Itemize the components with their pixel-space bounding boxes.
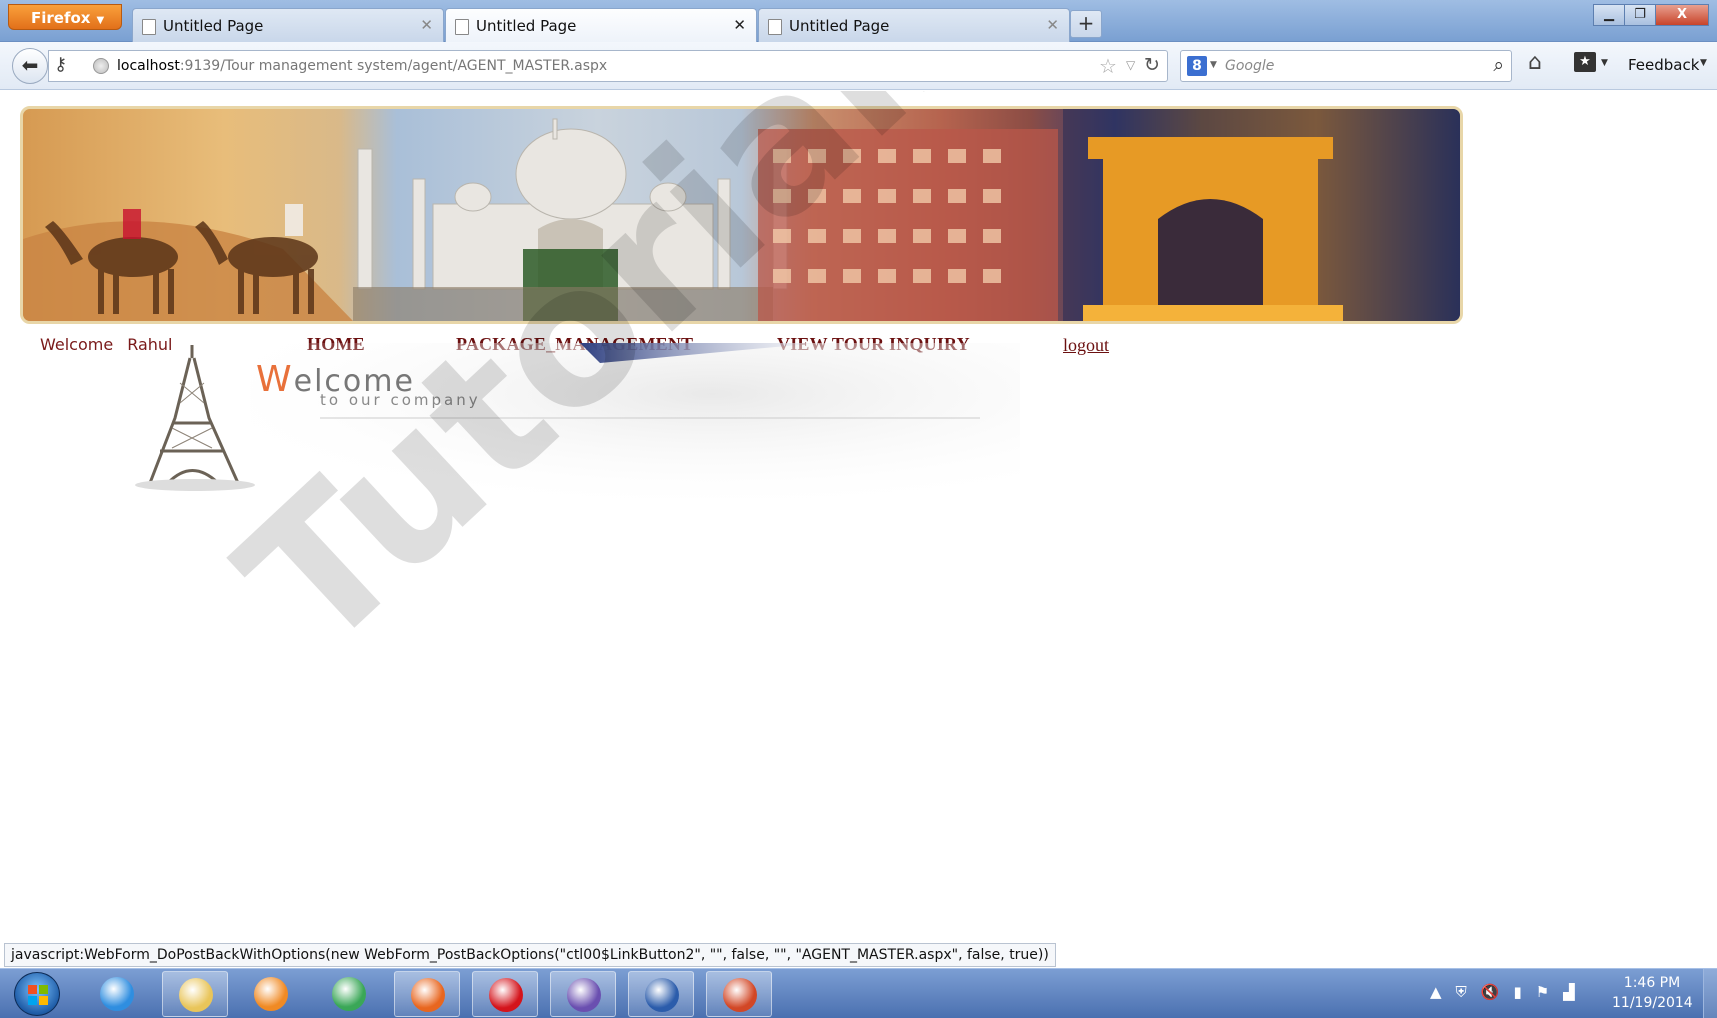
system-tray: ▲ ⛨ 🔇 ▮ ⚑ ▟ — [1430, 983, 1575, 1001]
search-engine-icon[interactable]: 8 — [1187, 56, 1207, 76]
close-icon[interactable]: ✕ — [420, 16, 433, 34]
maximize-button[interactable]: ❐ — [1624, 4, 1656, 26]
antivirus-icon[interactable]: ⛨ — [1456, 983, 1467, 1001]
action-center-flag-icon[interactable]: ⚑ — [1536, 983, 1549, 1001]
minimize-button[interactable]: ▁ — [1593, 4, 1625, 26]
media-player-icon — [254, 977, 288, 1011]
reload-icon[interactable]: ↻ — [1144, 54, 1160, 76]
chevron-down-icon: ▼ — [96, 15, 105, 26]
taskbar-item[interactable] — [316, 971, 382, 1017]
taskbar-item[interactable] — [706, 971, 772, 1017]
clock-date: 11/19/2014 — [1612, 995, 1693, 1011]
word-icon — [645, 978, 679, 1012]
powerpoint-icon — [723, 978, 757, 1012]
welcome-graphic: Welcome to our company — [120, 343, 1020, 523]
window-controls: ▁ ❐ X — [1593, 4, 1709, 26]
search-bar[interactable]: 8 ▼ Google ⌕ — [1180, 50, 1512, 82]
opera-icon — [489, 978, 523, 1012]
chevron-down-icon[interactable]: ▼ — [1700, 58, 1707, 68]
home-icon[interactable]: ⌂ — [1528, 50, 1542, 75]
visual-studio-icon — [567, 978, 601, 1012]
key-icon[interactable]: ⚷ — [54, 54, 67, 75]
browser-title-bar: Firefox ▼ Untitled Page ✕ Untitled Page ✕… — [0, 0, 1717, 42]
taskbar-item[interactable] — [472, 971, 538, 1017]
status-bar-text: javascript:WebForm_DoPostBackWithOptions… — [4, 943, 1056, 967]
feedback-button[interactable]: Feedback — [1628, 56, 1699, 74]
taskbar-item[interactable] — [162, 971, 228, 1017]
welcome-label: Welcome — [40, 335, 114, 354]
search-input[interactable]: Google — [1225, 58, 1274, 74]
history-dropdown-icon[interactable]: ▽ — [1126, 58, 1135, 72]
file-explorer-icon — [179, 978, 213, 1012]
page-icon — [455, 19, 469, 35]
windows-logo-icon — [28, 985, 48, 1005]
url-path: :9139/Tour management system/agent/AGENT… — [179, 58, 608, 74]
page-icon — [768, 19, 782, 35]
firefox-menu-label: Firefox — [31, 9, 91, 27]
welcome-subtitle: to our company — [320, 391, 481, 409]
navigation-toolbar: localhost:9139/Tour management system/ag… — [0, 42, 1717, 90]
bookmark-star-icon[interactable]: ☆ — [1099, 54, 1117, 78]
tab-2[interactable]: Untitled Page ✕ — [445, 8, 757, 42]
chevron-down-icon[interactable]: ▼ — [1210, 60, 1217, 70]
close-icon[interactable]: ✕ — [1046, 16, 1059, 34]
close-window-button[interactable]: X — [1655, 4, 1709, 26]
show-hidden-icons-icon[interactable]: ▲ — [1430, 983, 1442, 1001]
battery-icon[interactable]: ▮ — [1514, 983, 1522, 1001]
chrome-icon — [332, 977, 366, 1011]
network-icon[interactable]: ▟ — [1563, 983, 1575, 1001]
chevron-down-icon[interactable]: ▼ — [1601, 58, 1608, 68]
tab-title: Untitled Page — [163, 17, 264, 35]
url-text[interactable]: localhost:9139/Tour management system/ag… — [117, 58, 607, 74]
tab-title: Untitled Page — [789, 17, 890, 35]
firefox-icon — [411, 978, 445, 1012]
header-banner-image — [20, 106, 1463, 324]
welcome-graphic-art — [135, 343, 1020, 513]
url-bar[interactable]: localhost:9139/Tour management system/ag… — [48, 50, 1168, 82]
banner-illustration — [23, 109, 1460, 321]
taskbar-item[interactable] — [238, 971, 304, 1017]
windows-taskbar: ▲ ⛨ 🔇 ▮ ⚑ ▟ 1:46 PM 11/19/2014 — [0, 968, 1717, 1018]
speaker-muted-icon[interactable]: 🔇 — [1481, 983, 1500, 1001]
url-host: localhost — [117, 58, 180, 74]
system-clock[interactable]: 1:46 PM 11/19/2014 — [1612, 973, 1693, 1013]
show-desktop-button[interactable] — [1703, 969, 1717, 1018]
search-icon[interactable]: ⌕ — [1493, 54, 1504, 76]
globe-icon — [93, 58, 109, 74]
taskbar-item[interactable] — [84, 971, 150, 1017]
page-icon — [142, 19, 156, 35]
tab-title: Untitled Page — [476, 17, 577, 35]
internet-explorer-icon — [100, 977, 134, 1011]
back-button[interactable]: ⬅ — [12, 48, 48, 84]
firefox-menu-button[interactable]: Firefox ▼ — [8, 4, 122, 30]
page-content: WelcomeRahul HOME PACKAGE_MANAGEMENT VIE… — [0, 91, 1717, 940]
start-button[interactable] — [14, 972, 60, 1016]
close-icon[interactable]: ✕ — [733, 16, 746, 34]
new-tab-button[interactable]: + — [1070, 10, 1102, 38]
taskbar-item[interactable] — [550, 971, 616, 1017]
tab-1[interactable]: Untitled Page ✕ — [132, 8, 444, 42]
taskbar-item[interactable] — [394, 971, 460, 1017]
clock-time: 1:46 PM — [1623, 975, 1681, 991]
tab-3[interactable]: Untitled Page ✕ — [758, 8, 1070, 42]
taskbar-item[interactable] — [628, 971, 694, 1017]
welcome-title-initial: W — [256, 359, 294, 400]
bookmarks-icon[interactable]: ★ — [1574, 52, 1596, 72]
logout-link[interactable]: logout — [1063, 335, 1109, 356]
